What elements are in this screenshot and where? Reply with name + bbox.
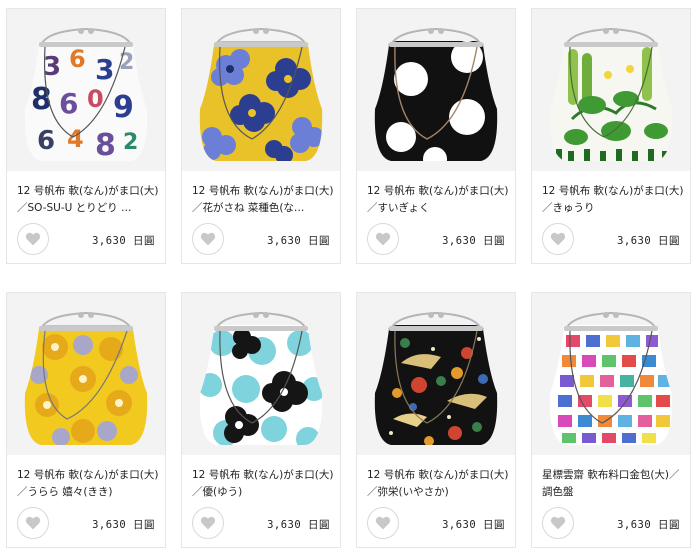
heart-icon [200, 516, 216, 530]
svg-text:4: 4 [67, 125, 84, 153]
product-image[interactable] [357, 9, 515, 171]
product-title[interactable]: 12 号帆布 軟(なん)がま口(大)／SO-SU-U とりどり … [17, 183, 159, 217]
product-price: 3,630 日圓 [267, 235, 330, 247]
favorite-button[interactable] [367, 223, 399, 255]
heart-icon [25, 516, 41, 530]
svg-text:6: 6 [59, 87, 78, 120]
product-card[interactable]: 12 号帆布 軟(なん)がま口(大)／きゅうり 3,630 日圓 [531, 8, 691, 264]
product-image[interactable] [182, 9, 340, 171]
svg-text:6: 6 [69, 45, 86, 73]
heart-icon [375, 232, 391, 246]
product-grid: 3 6 3 2 8 6 0 9 6 4 8 2 12 号帆布 軟(なん)がま口(… [0, 0, 700, 550]
product-price: 3,630 日圓 [267, 519, 330, 531]
heart-icon [375, 516, 391, 530]
heart-icon [200, 232, 216, 246]
favorite-button[interactable] [192, 507, 224, 539]
product-title[interactable]: 星標雲齋 軟布料口金包(大)／調色盤 [542, 467, 684, 501]
svg-text:9: 9 [113, 90, 134, 125]
product-card[interactable]: 12 号帆布 軟(なん)がま口(大)／すいぎょく 3,630 日圓 [356, 8, 516, 264]
product-price: 3,630 日圓 [92, 235, 155, 247]
product-card[interactable]: 12 号帆布 軟(なん)がま口(大)／花がさね 菜種色(な… 3,630 日圓 [181, 8, 341, 264]
product-title[interactable]: 12 号帆布 軟(なん)がま口(大)／弥栄(いやさか) [367, 467, 509, 501]
product-price: 3,630 日圓 [617, 519, 680, 531]
product-image[interactable] [182, 293, 340, 455]
svg-text:6: 6 [37, 126, 55, 156]
favorite-button[interactable] [17, 223, 49, 255]
product-title[interactable]: 12 号帆布 軟(なん)がま口(大)／優(ゆう) [192, 467, 334, 501]
product-image[interactable] [357, 293, 515, 455]
svg-text:3: 3 [95, 53, 114, 86]
heart-icon [550, 516, 566, 530]
product-title[interactable]: 12 号帆布 軟(なん)がま口(大)／うらら 嬉々(きき) [17, 467, 159, 501]
product-card[interactable]: 12 号帆布 軟(なん)がま口(大)／弥栄(いやさか) 3,630 日圓 [356, 292, 516, 548]
heart-icon [25, 232, 41, 246]
product-card[interactable]: 12 号帆布 軟(なん)がま口(大)／優(ゆう) 3,630 日圓 [181, 292, 341, 548]
product-title[interactable]: 12 号帆布 軟(なん)がま口(大)／すいぎょく [367, 183, 509, 217]
product-title[interactable]: 12 号帆布 軟(なん)がま口(大)／きゅうり [542, 183, 684, 217]
product-card[interactable]: 12 号帆布 軟(なん)がま口(大)／うらら 嬉々(きき) 3,630 日圓 [6, 292, 166, 548]
product-price: 3,630 日圓 [617, 235, 680, 247]
product-image[interactable]: 3 6 3 2 8 6 0 9 6 4 8 2 [7, 9, 165, 171]
product-image[interactable] [532, 293, 690, 455]
favorite-button[interactable] [367, 507, 399, 539]
product-price: 3,630 日圓 [442, 235, 505, 247]
favorite-button[interactable] [17, 507, 49, 539]
product-card[interactable]: 星標雲齋 軟布料口金包(大)／調色盤 3,630 日圓 [531, 292, 691, 548]
product-title[interactable]: 12 号帆布 軟(なん)がま口(大)／花がさね 菜種色(な… [192, 183, 334, 217]
product-card[interactable]: 3 6 3 2 8 6 0 9 6 4 8 2 12 号帆布 軟(なん)がま口(… [6, 8, 166, 264]
product-price: 3,630 日圓 [442, 519, 505, 531]
favorite-button[interactable] [192, 223, 224, 255]
favorite-button[interactable] [542, 507, 574, 539]
svg-text:3: 3 [43, 52, 61, 82]
svg-text:2: 2 [123, 130, 138, 155]
product-price: 3,630 日圓 [92, 519, 155, 531]
product-image[interactable] [7, 293, 165, 455]
favorite-button[interactable] [542, 223, 574, 255]
product-image[interactable] [532, 9, 690, 171]
svg-text:8: 8 [95, 128, 116, 163]
heart-icon [550, 232, 566, 246]
